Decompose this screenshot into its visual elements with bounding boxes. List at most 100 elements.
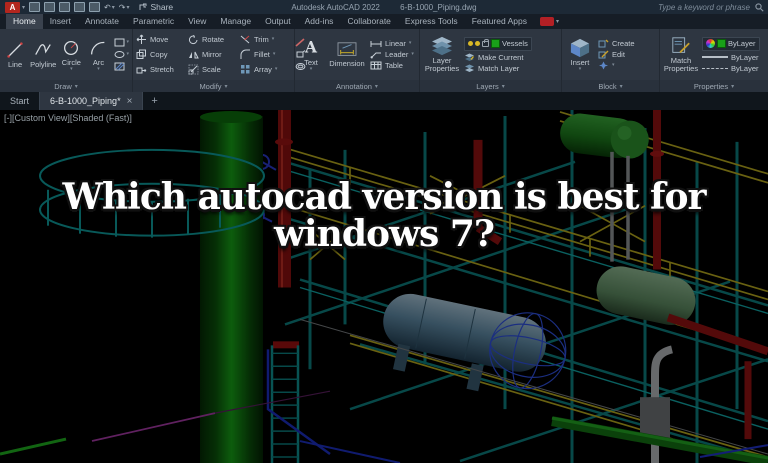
rotate-tool[interactable]: Rotate	[188, 32, 240, 47]
search-icon[interactable]	[755, 2, 764, 12]
tab-featured-apps[interactable]: Featured Apps	[465, 14, 534, 29]
plot-icon[interactable]	[89, 2, 101, 12]
layer-on-icon[interactable]	[468, 41, 473, 46]
ellipse-tool[interactable]: ▾	[114, 50, 129, 59]
tab-drawing[interactable]: 6-B-1000_Piping* ×	[39, 92, 144, 110]
edit-block-tool[interactable]: Edit	[598, 50, 635, 59]
close-drawing-icon[interactable]: ×	[127, 96, 133, 107]
fillet-caret-icon[interactable]: ▾	[273, 52, 276, 57]
create-block-tool[interactable]: Create	[598, 39, 635, 48]
tab-view[interactable]: View	[181, 14, 213, 29]
stretch-tool[interactable]: Stretch	[136, 62, 188, 77]
circle-caret-icon[interactable]: ▾	[70, 66, 73, 71]
array-caret-icon[interactable]: ▾	[275, 67, 278, 72]
tab-manage[interactable]: Manage	[213, 14, 258, 29]
table-tool[interactable]: Table	[370, 61, 414, 70]
search-box[interactable]: Type a keyword or phrase	[658, 0, 764, 14]
layer-lock-icon[interactable]	[482, 38, 489, 47]
polyline-tool[interactable]: Polyline	[30, 40, 56, 69]
panel-label-block[interactable]: Block ▾	[562, 80, 659, 92]
tab-insert[interactable]: Insert	[43, 14, 78, 29]
drawing-viewport[interactable]: [-] [Custom View] [Shaded (Fast)] Which …	[0, 110, 768, 463]
leader-caret-icon[interactable]: ▾	[411, 52, 414, 57]
visual-style-control[interactable]: [Shaded (Fast)]	[70, 113, 132, 123]
match-layer-tool[interactable]: Match Layer	[464, 64, 532, 73]
save-icon[interactable]	[59, 2, 71, 12]
redo-button[interactable]: ↷	[119, 3, 126, 12]
tab-addins[interactable]: Add-ins	[298, 14, 341, 29]
object-color-dropdown[interactable]: ByLayer	[702, 36, 760, 51]
red-ribbon-caret-icon[interactable]: ▾	[556, 18, 559, 25]
insert-caret-icon[interactable]: ▾	[579, 66, 582, 71]
match-properties-icon	[672, 37, 690, 54]
new-drawing-button[interactable]: +	[143, 92, 165, 110]
trim-icon	[240, 35, 250, 44]
stretch-icon	[136, 67, 147, 74]
move-tool[interactable]: Move	[136, 32, 188, 47]
panel-label-layers[interactable]: Layers ▾	[420, 80, 561, 92]
share-button[interactable]: Share	[139, 2, 173, 12]
autocad-logo-button[interactable]: A	[5, 1, 20, 13]
draw-expand-icon[interactable]: ▾	[75, 83, 78, 90]
linetype-dropdown[interactable]: ByLayer	[702, 64, 760, 73]
array-tool[interactable]: Array ▾	[240, 62, 292, 77]
redo-caret-icon[interactable]: ▾	[126, 4, 129, 11]
layer-dropdown[interactable]: Vessels	[464, 36, 532, 51]
leader-tool[interactable]: Leader ▾	[370, 50, 414, 59]
linear-dimension-tool[interactable]: Linear ▾	[370, 39, 414, 48]
open-folder-icon[interactable]	[44, 2, 56, 12]
rectangle-tool[interactable]: ▾	[114, 38, 129, 47]
circle-tool[interactable]: Circle ▾	[59, 38, 83, 71]
view-control[interactable]: [Custom View]	[12, 113, 70, 123]
trim-caret-icon[interactable]: ▾	[272, 37, 275, 42]
new-file-icon[interactable]	[29, 2, 41, 12]
lineweight-dropdown[interactable]: ByLayer	[702, 53, 760, 62]
undo-caret-icon[interactable]: ▾	[112, 4, 115, 11]
properties-expand-icon[interactable]: ▾	[731, 83, 734, 90]
viewport-menu-control[interactable]: [-]	[4, 113, 12, 123]
arc-tool[interactable]: Arc ▾	[86, 38, 110, 71]
block-attributes-tool[interactable]: ▾	[598, 61, 635, 70]
panel-label-modify[interactable]: Modify ▾	[133, 80, 294, 92]
linear-caret-icon[interactable]: ▾	[409, 41, 412, 46]
tab-express-tools[interactable]: Express Tools	[398, 14, 465, 29]
tab-output[interactable]: Output	[258, 14, 298, 29]
search-input[interactable]: Type a keyword or phrase	[658, 3, 750, 12]
match-properties-tool[interactable]: Match Properties	[663, 36, 699, 73]
tab-start[interactable]: Start	[0, 92, 39, 110]
annotation-expand-icon[interactable]: ▾	[375, 83, 378, 90]
document-title: 6-B-1000_Piping.dwg	[400, 2, 477, 12]
create-block-icon	[598, 39, 609, 48]
scale-tool[interactable]: Scale	[188, 62, 240, 77]
line-tool[interactable]: Line	[3, 40, 27, 69]
save-as-icon[interactable]	[74, 2, 86, 12]
make-current-tool[interactable]: Make Current	[464, 53, 532, 62]
red-ribbon-icon[interactable]	[539, 17, 554, 26]
arc-caret-icon[interactable]: ▾	[97, 66, 100, 71]
tab-collaborate[interactable]: Collaborate	[340, 14, 397, 29]
layers-expand-icon[interactable]: ▾	[502, 83, 505, 90]
attributes-caret-icon[interactable]: ▾	[612, 63, 615, 68]
app-menu-caret-icon[interactable]: ▾	[22, 4, 25, 11]
tab-home[interactable]: Home	[6, 14, 43, 29]
panel-label-properties[interactable]: Properties ▾	[660, 80, 768, 92]
panel-label-draw[interactable]: Draw ▾	[0, 80, 132, 92]
modify-expand-icon[interactable]: ▾	[225, 83, 228, 90]
hatch-tool[interactable]	[114, 62, 130, 71]
layer-color-swatch[interactable]	[491, 39, 500, 48]
layer-properties-tool[interactable]: Layer Properties	[423, 36, 461, 73]
insert-block-tool[interactable]: Insert ▾	[565, 38, 595, 71]
layer-thaw-icon[interactable]	[475, 41, 480, 46]
undo-button[interactable]: ↶	[104, 3, 111, 12]
mirror-tool[interactable]: Mirror	[188, 47, 240, 62]
fillet-tool[interactable]: Fillet ▾	[240, 47, 292, 62]
block-expand-icon[interactable]: ▾	[620, 83, 623, 90]
trim-tool[interactable]: Trim ▾	[240, 32, 292, 47]
text-tool[interactable]: A Text ▾	[298, 38, 324, 71]
dimension-tool[interactable]: Dimension	[327, 41, 367, 68]
tab-parametric[interactable]: Parametric	[126, 14, 181, 29]
tab-annotate[interactable]: Annotate	[78, 14, 126, 29]
copy-tool[interactable]: Copy	[136, 47, 188, 62]
text-caret-icon[interactable]: ▾	[310, 66, 313, 71]
panel-label-annotation[interactable]: Annotation ▾	[295, 80, 419, 92]
